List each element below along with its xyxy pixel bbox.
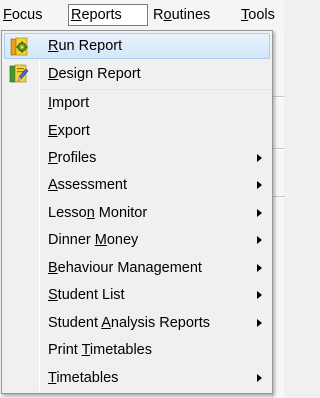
menu-item-label: Run Report	[48, 38, 123, 54]
menu-routines[interactable]: Routines	[153, 4, 210, 26]
menu-item-lesson-monitor[interactable]: Lesson Monitor	[4, 200, 270, 226]
background-window	[272, 30, 285, 398]
menu-item-student-list[interactable]: Student List	[4, 282, 270, 308]
menu-item-profiles[interactable]: Profiles	[4, 145, 270, 171]
menu-item-label: Behaviour Management	[48, 260, 202, 276]
submenu-arrow-icon	[257, 264, 262, 272]
menu-item-run-report[interactable]: Run Report	[4, 33, 270, 59]
submenu-arrow-icon	[257, 181, 262, 189]
menu-item-assessment[interactable]: Assessment	[4, 172, 270, 198]
submenu-arrow-icon	[257, 236, 262, 244]
menu-item-label: Timetables	[48, 370, 119, 386]
menu-item-print-timetables[interactable]: Print Timetables	[4, 337, 270, 363]
menu-item-label: Assessment	[48, 177, 127, 193]
menu-reports[interactable]: Reports	[68, 4, 148, 26]
menu-item-dinner-money[interactable]: Dinner Money	[4, 227, 270, 253]
menu-item-label: Dinner Money	[48, 232, 139, 248]
menu-item-label: Profiles	[48, 150, 97, 166]
reports-dropdown-menu: Run Report Design Report Import Export P…	[1, 30, 273, 394]
menu-item-import[interactable]: Import	[4, 90, 270, 116]
menu-item-label: Export	[48, 123, 90, 139]
menu-item-label: Student List	[48, 287, 125, 303]
submenu-arrow-icon	[257, 374, 262, 382]
menu-item-label: Design Report	[48, 66, 141, 82]
menu-bar: Focus Reports Routines Tools	[0, 0, 284, 30]
menu-item-behaviour-management[interactable]: Behaviour Management	[4, 255, 270, 281]
menu-item-label: Student Analysis Reports	[48, 315, 211, 331]
menu-item-label: Import	[48, 95, 90, 111]
design-report-icon	[9, 64, 29, 83]
run-report-icon	[10, 37, 28, 56]
menu-tools[interactable]: Tools	[241, 4, 275, 26]
menu-item-label: Lesson Monitor	[48, 205, 148, 221]
menu-focus[interactable]: Focus	[3, 4, 43, 26]
submenu-arrow-icon	[257, 291, 262, 299]
menu-item-student-analysis-reports[interactable]: Student Analysis Reports	[4, 310, 270, 336]
menu-item-export[interactable]: Export	[4, 118, 270, 144]
submenu-arrow-icon	[257, 319, 262, 327]
menu-item-design-report[interactable]: Design Report	[4, 61, 270, 87]
menu-item-timetables[interactable]: Timetables	[4, 365, 270, 391]
submenu-arrow-icon	[257, 154, 262, 162]
submenu-arrow-icon	[257, 209, 262, 217]
menu-item-label: Print Timetables	[48, 342, 152, 358]
